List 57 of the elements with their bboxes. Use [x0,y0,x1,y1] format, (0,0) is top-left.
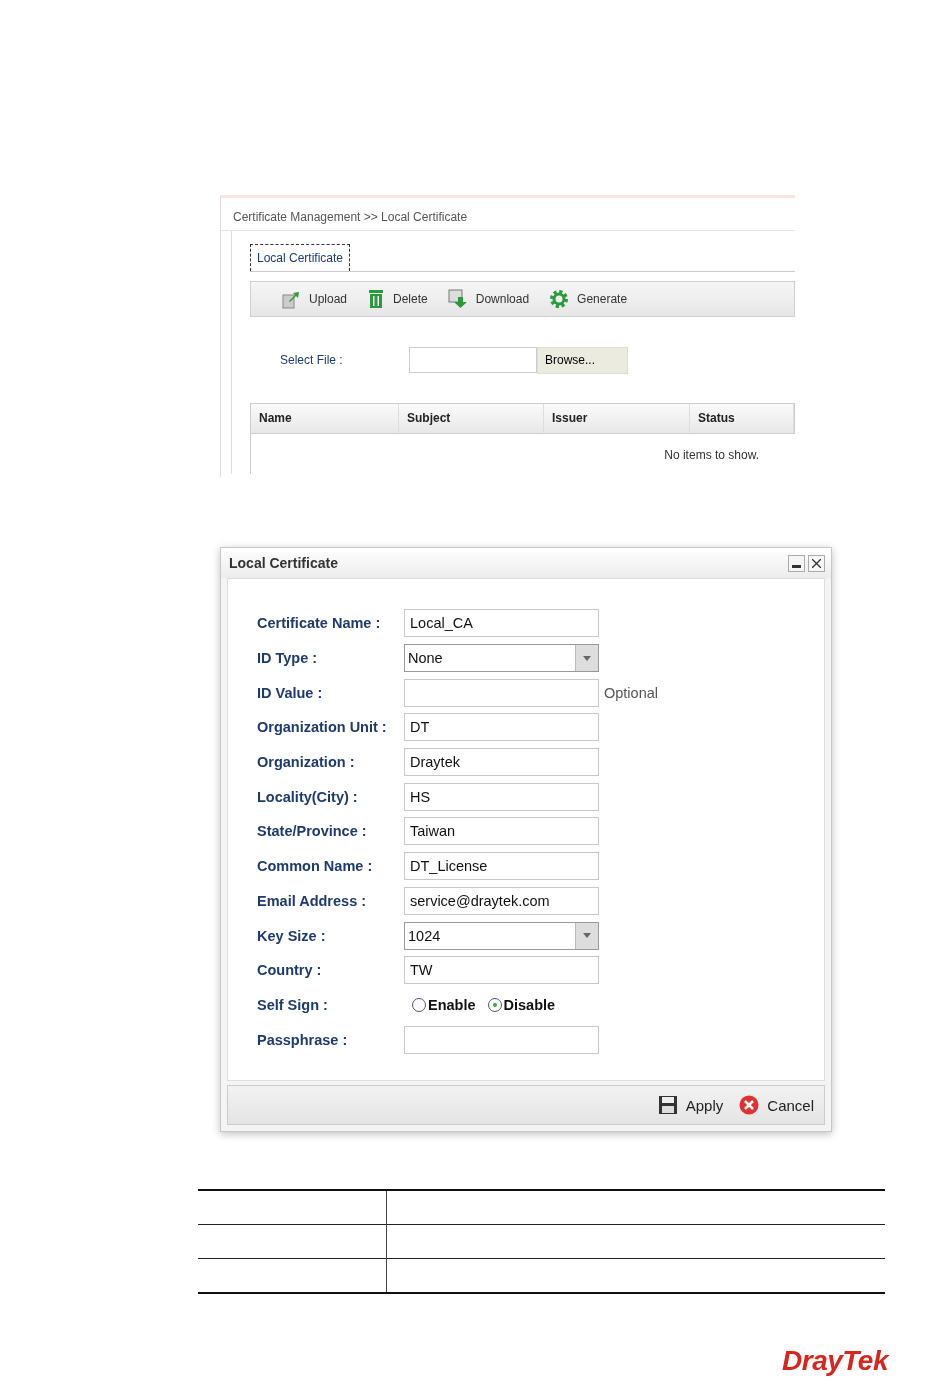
empty-message: No items to show. [664,448,759,462]
text-field[interactable]: HS [404,782,599,811]
column-header[interactable]: Subject [399,404,544,433]
upload-button[interactable]: Upload [281,289,348,309]
minimize-icon [792,564,801,568]
text-field[interactable]: DT_License [404,852,599,881]
field-label: Self Sign : [257,996,329,1013]
text-field[interactable]: TW [404,956,599,985]
field-label: ID Type : [257,650,319,667]
field-label: Common Name : [257,858,374,875]
field-label: Organization : [257,754,356,771]
gear-icon [549,289,570,309]
apply-button[interactable]: Apply [657,1095,724,1115]
field-label: Country : [257,962,323,979]
close-icon [812,558,821,568]
column-header[interactable]: Name [251,404,399,433]
field-label: State/Province : [257,823,368,840]
dropdown[interactable]: None [404,644,599,673]
browse-button[interactable]: Browse... [537,346,628,374]
radio-option[interactable]: Enable [412,996,476,1013]
field-label: Email Address : [257,892,368,909]
text-field[interactable] [404,1025,599,1054]
text-field[interactable]: Taiwan [404,817,599,846]
text-field[interactable]: DT [404,713,599,742]
text-field[interactable] [404,678,599,707]
tab[interactable]: Local Certificate [250,244,351,271]
field-label: Key Size : [257,927,327,944]
field-label: ID Value : [257,684,324,701]
caret-icon [583,933,591,939]
logo: DrayTek [782,1345,888,1377]
dropdown[interactable]: 1024 [404,921,599,950]
field-label: Organization Unit : [257,719,388,736]
cancel-icon [739,1095,760,1115]
delete-button[interactable]: Delete [367,289,428,309]
cancel-button[interactable]: Cancel [739,1095,814,1115]
generate-button[interactable]: Generate [549,289,628,309]
breadcrumb: Certificate Management >> Local Certificate [221,198,795,231]
text-field[interactable]: service@draytek.com [404,886,599,915]
download-icon [447,289,468,309]
field-label: Locality(City) : [257,788,359,805]
minimize-button[interactable] [788,554,805,572]
text-field[interactable]: Local_CA [404,609,599,638]
field-label: Select File : [280,353,344,367]
field-label: Passphrase : [257,1031,349,1048]
upload-icon [281,289,301,309]
close-button[interactable] [808,554,825,572]
file-field[interactable] [409,347,537,373]
text-field[interactable]: Draytek [404,748,599,777]
column-header[interactable]: Status [690,404,794,433]
caret-icon [583,655,591,661]
hint-text: Optional [604,684,658,701]
dialog-title: Local Certificate [229,555,338,571]
radio-option[interactable]: Disable [487,996,556,1013]
column-header[interactable]: Issuer [544,404,690,433]
trash-icon [367,289,386,309]
download-button[interactable]: Download [447,289,530,309]
field-label: Certificate Name : [257,615,382,632]
